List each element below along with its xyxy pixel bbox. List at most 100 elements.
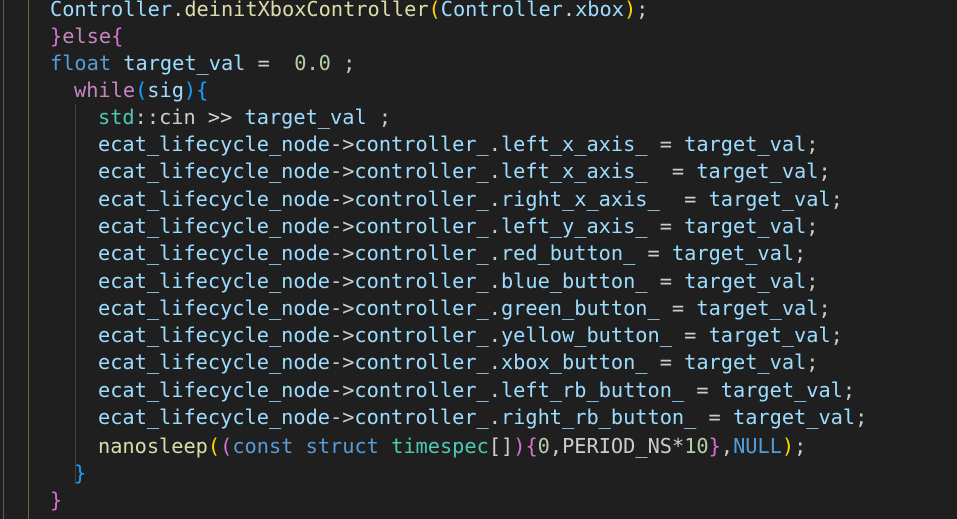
identifier: xbox <box>575 0 624 21</box>
code-line[interactable]: ecat_lifecycle_node->controller_.right_x… <box>98 186 843 213</box>
code-line[interactable]: ecat_lifecycle_node->controller_.xbox_bu… <box>98 349 818 376</box>
punctuation: . <box>488 213 501 238</box>
identifier: left_y_axis_ <box>500 213 648 238</box>
code-line[interactable]: ecat_lifecycle_node->controller_.blue_bu… <box>98 268 818 295</box>
identifier: blue_button_ <box>500 268 648 293</box>
code-line[interactable]: ecat_lifecycle_node->controller_.left_x_… <box>98 131 818 158</box>
punctuation: ; <box>330 51 356 75</box>
code-line[interactable]: ecat_lifecycle_node->controller_.left_x_… <box>98 158 831 185</box>
paren: ( <box>135 78 148 102</box>
identifier: controller_ <box>354 350 489 375</box>
operator: -> <box>330 405 355 429</box>
code-line[interactable]: } <box>74 460 86 487</box>
indent-guide <box>75 104 76 484</box>
punctuation: , <box>720 434 734 458</box>
operator: -> <box>330 350 355 375</box>
code-line[interactable]: ecat_lifecycle_node->controller_.right_r… <box>98 404 867 431</box>
brace: } <box>50 24 63 48</box>
identifier: controller_ <box>354 268 489 293</box>
operator: = <box>635 241 672 266</box>
code-line[interactable]: ecat_lifecycle_node->controller_.green_b… <box>98 295 831 322</box>
function-name: deinitXboxController <box>184 0 429 21</box>
identifier: Controller <box>440 0 563 21</box>
operator: = <box>647 213 685 238</box>
operator: = <box>671 323 709 348</box>
identifier: controller_ <box>354 132 489 156</box>
paren: ( <box>220 434 233 458</box>
operator: -> <box>330 186 355 211</box>
brace: { <box>196 78 209 102</box>
code-line[interactable]: ecat_lifecycle_node->controller_.yellow_… <box>98 322 843 349</box>
identifier: controller_ <box>354 241 489 266</box>
identifier: target_val <box>732 405 856 429</box>
identifier: target_val <box>671 241 795 266</box>
operator: = <box>696 405 733 429</box>
code-line[interactable]: Controller.deinitXboxController(Controll… <box>50 0 648 23</box>
code-line[interactable]: float target_val = 0.0 ; <box>50 50 355 77</box>
identifier: target_val <box>123 51 246 75</box>
identifier: controller_ <box>354 323 489 348</box>
identifier: red_button_ <box>500 241 636 266</box>
operator: = <box>245 51 295 75</box>
identifier: right_x_axis_ <box>500 186 660 211</box>
identifier: cin <box>159 105 196 129</box>
operator: = <box>647 159 697 184</box>
identifier: controller_ <box>354 159 489 184</box>
punctuation: . <box>488 295 501 320</box>
punctuation: ; <box>806 132 819 156</box>
identifier: ecat_lifecycle_node <box>98 350 330 375</box>
punctuation: . <box>488 132 501 156</box>
identifier: PERIOD_NS <box>562 434 672 458</box>
identifier: controller_ <box>354 377 489 402</box>
identifier: ecat_lifecycle_node <box>98 241 330 266</box>
punctuation: ; <box>830 323 843 348</box>
brackets: [] <box>488 434 514 458</box>
punctuation: ; <box>636 0 649 21</box>
identifier: ecat_lifecycle_node <box>98 132 330 156</box>
identifier: controller_ <box>354 213 489 238</box>
brace: } <box>708 434 721 458</box>
code-line[interactable]: ecat_lifecycle_node->controller_.left_y_… <box>98 213 818 240</box>
punctuation: . <box>488 241 501 266</box>
indent-guide-active <box>28 0 29 519</box>
identifier: Controller <box>50 0 173 21</box>
brace: } <box>50 488 63 512</box>
punctuation: ; <box>366 105 392 129</box>
identifier: ecat_lifecycle_node <box>98 268 330 293</box>
code-line[interactable]: } <box>50 487 62 514</box>
punctuation: ; <box>806 213 819 238</box>
identifier: left_x_axis_ <box>500 159 648 184</box>
code-line[interactable]: std::cin >> target_val ; <box>98 104 391 131</box>
identifier: target_val <box>684 350 807 375</box>
operator: * <box>672 434 685 458</box>
identifier: controller_ <box>354 405 489 429</box>
punctuation: ; <box>855 405 868 429</box>
code-line[interactable]: }else{ <box>50 23 123 50</box>
operator: -> <box>330 159 355 184</box>
punctuation: ; <box>794 434 807 458</box>
code-line[interactable]: ecat_lifecycle_node->controller_.left_rb… <box>98 377 855 404</box>
code-line[interactable]: nanosleep((const struct timespec[]){0,PE… <box>98 433 806 460</box>
punctuation: , <box>549 434 563 458</box>
operator: = <box>647 350 685 375</box>
code-editor[interactable]: Controller.deinitXboxController(Controll… <box>0 0 957 519</box>
keyword: while <box>74 78 136 102</box>
identifier: target_val <box>684 213 807 238</box>
code-line[interactable]: ecat_lifecycle_node->controller_.red_but… <box>98 240 806 267</box>
code-line[interactable]: while(sig){ <box>74 77 208 104</box>
indent-guide <box>3 0 4 519</box>
operator: -> <box>330 377 355 402</box>
paren: ( <box>428 0 441 21</box>
punctuation: ; <box>806 268 819 293</box>
punctuation: ; <box>818 295 831 320</box>
identifier: controller_ <box>354 186 489 211</box>
identifier: ecat_lifecycle_node <box>98 323 330 348</box>
type-keyword: const <box>232 434 294 458</box>
operator: -> <box>330 241 355 266</box>
paren: ) <box>623 0 637 21</box>
operator: -> <box>330 132 355 156</box>
type-keyword: float <box>50 51 112 75</box>
identifier: green_button_ <box>500 295 660 320</box>
number-literal: 10 <box>684 434 709 458</box>
punctuation: ; <box>842 377 856 402</box>
